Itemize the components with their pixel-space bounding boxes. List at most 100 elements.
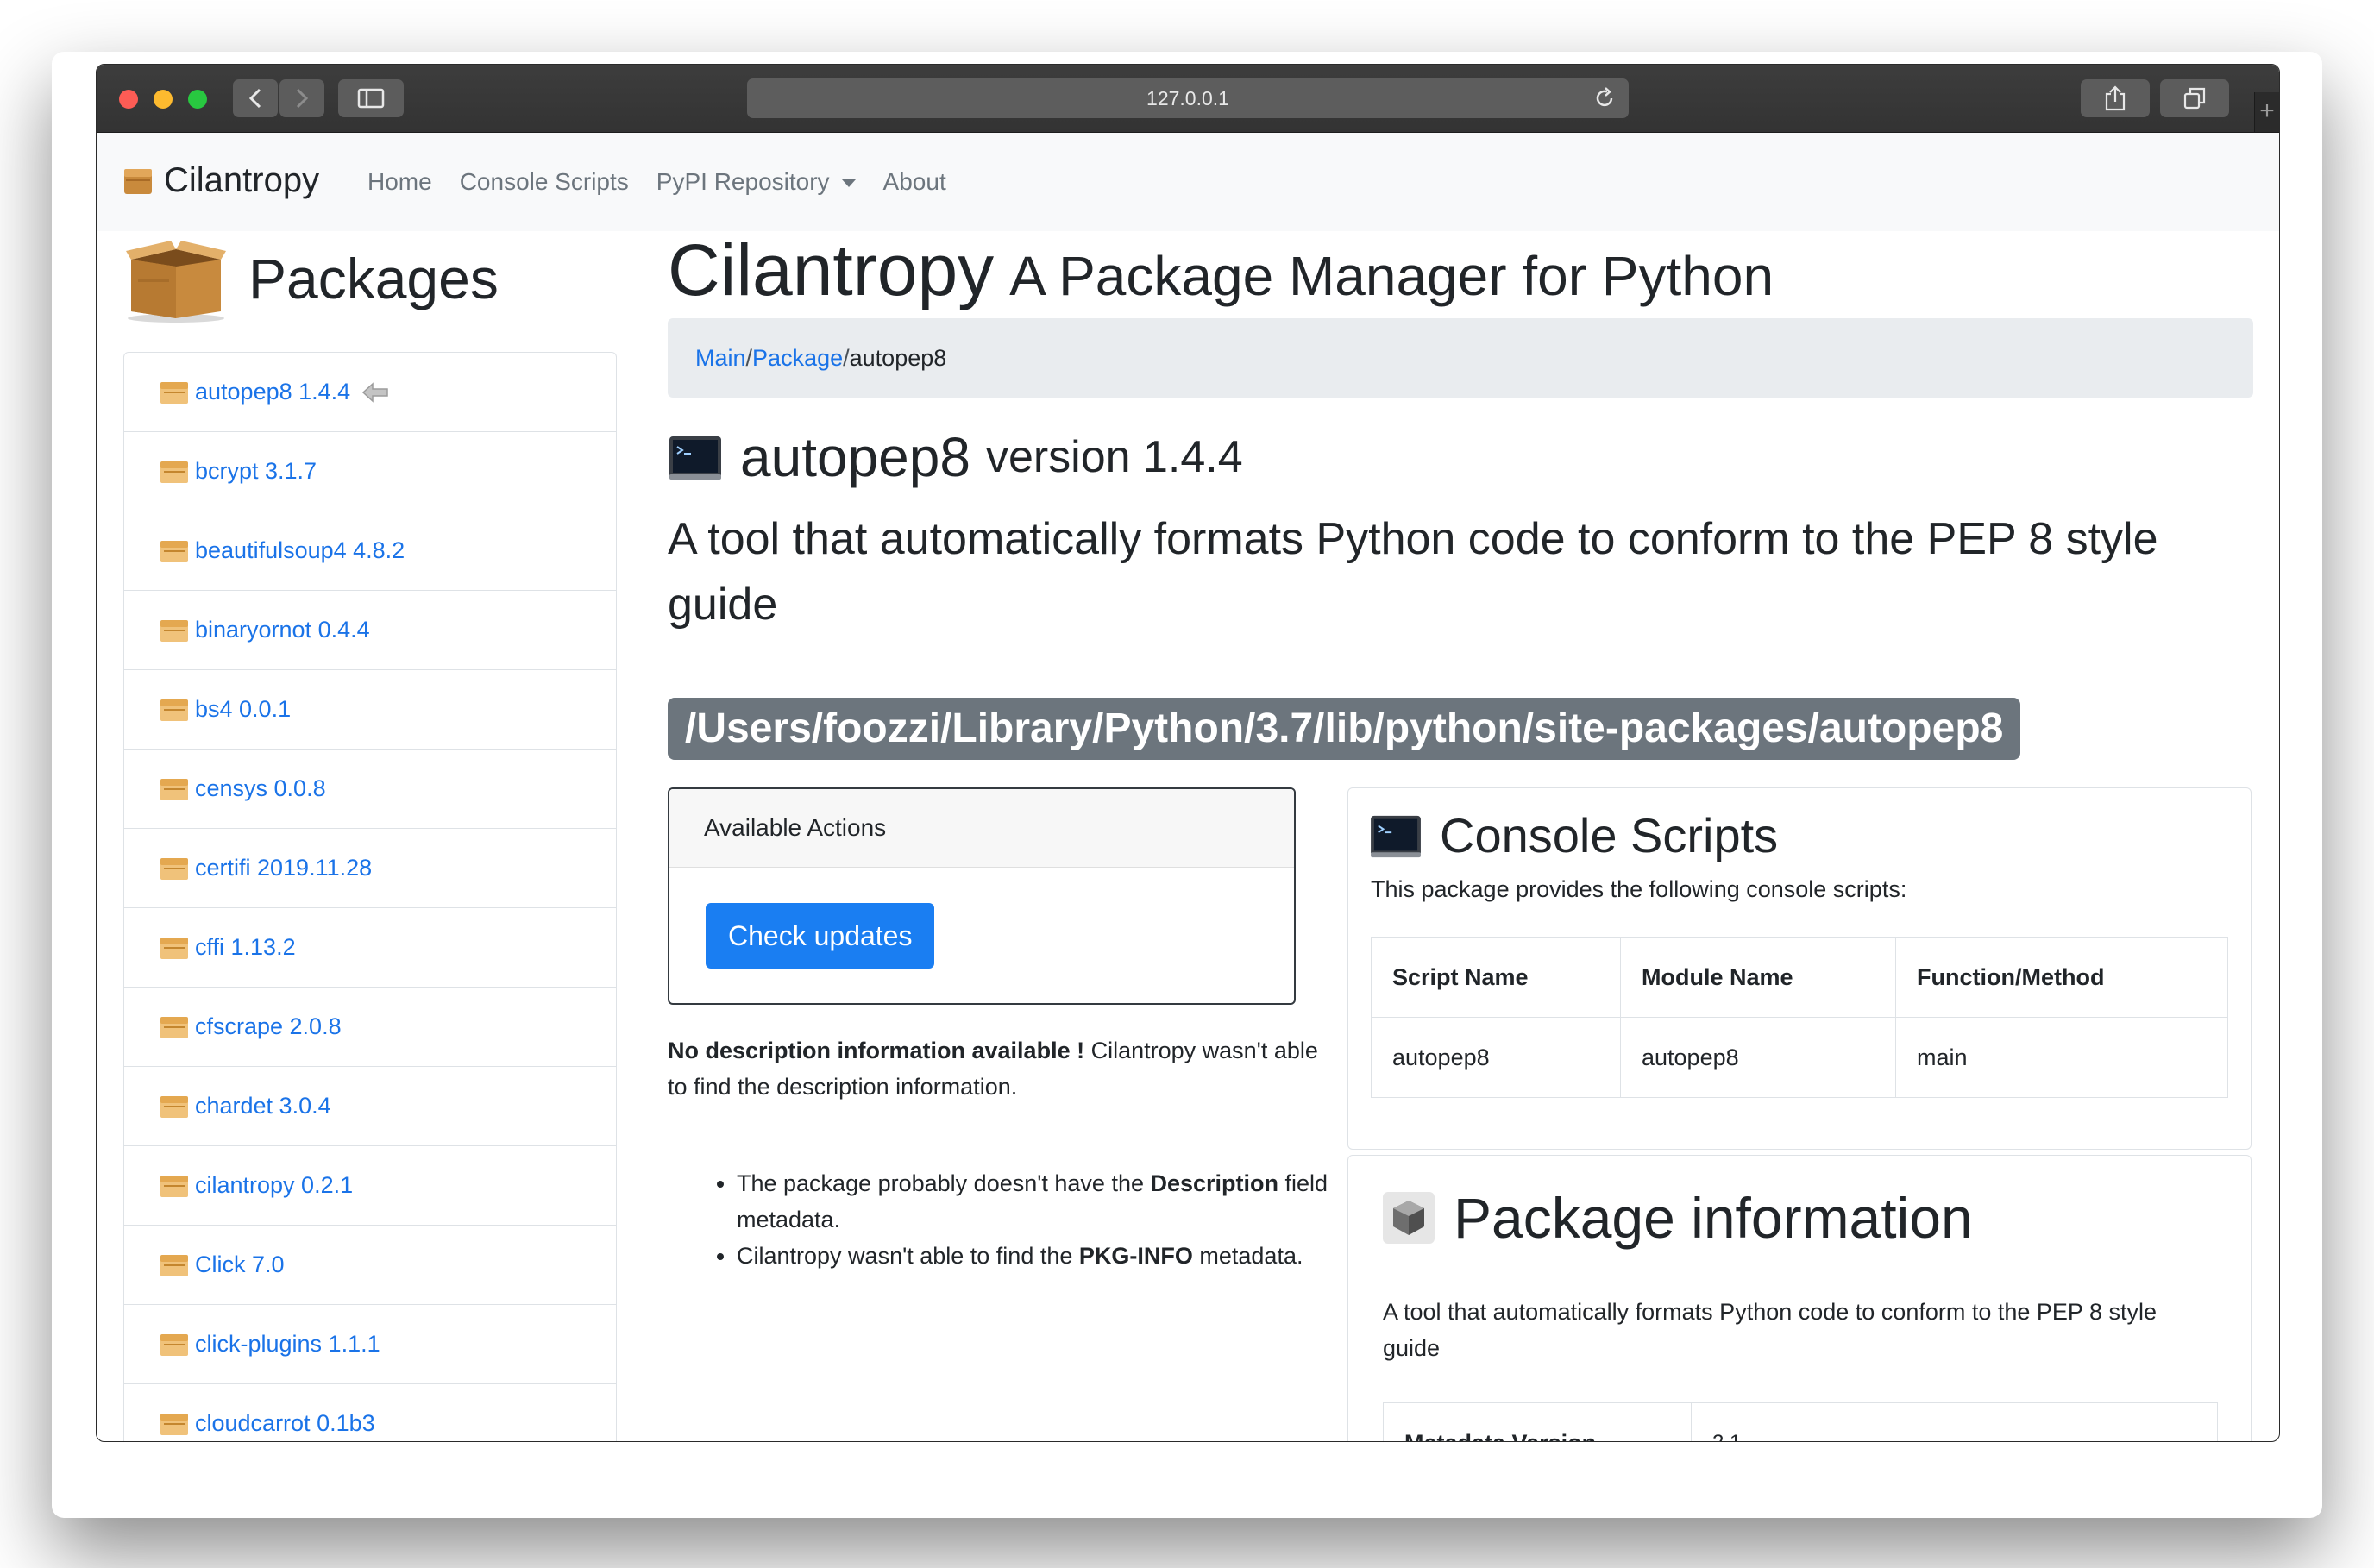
console-scripts-intro: This package provides the following cons…: [1371, 876, 1907, 902]
package-link[interactable]: bcrypt 3.1.7: [195, 458, 317, 485]
package-list: autopep8 1.4.4 bcrypt 3.1.7 beautifulsou…: [123, 352, 617, 1441]
table-cell: autopep8: [1371, 1017, 1621, 1098]
nav-link-pypi-label: PyPI Repository: [656, 168, 830, 195]
table-cell: autopep8: [1620, 1017, 1896, 1098]
package-link[interactable]: censys 0.0.8: [195, 775, 326, 802]
no-description-notice: No description information available ! C…: [668, 1032, 1323, 1105]
package-item[interactable]: cffi 1.13.2: [124, 908, 616, 988]
breadcrumb-package-link[interactable]: Package: [752, 345, 843, 371]
browser-window: 127.0.0.1 + Cilantropy Home Console Scri…: [96, 64, 2280, 1442]
nav-link-about[interactable]: About: [883, 168, 946, 196]
package-summary: A tool that automatically formats Python…: [668, 514, 2158, 630]
console-scripts-card: Console Scripts This package provides th…: [1347, 787, 2252, 1150]
package-link[interactable]: certifi 2019.11.28: [195, 855, 372, 881]
package-item[interactable]: bs4 0.0.1: [124, 670, 616, 750]
brand-name: Cilantropy: [164, 161, 320, 199]
package-box-icon: [160, 937, 188, 959]
chevron-right-icon: [296, 88, 309, 109]
tabs-overview-button[interactable]: [2160, 79, 2229, 117]
package-link[interactable]: cilantropy 0.2.1: [195, 1172, 353, 1199]
no-description-reasons: The package probably doesn't have the De…: [668, 1165, 1392, 1274]
package-box-icon: [160, 778, 188, 800]
arrow-left-icon: [362, 381, 388, 403]
share-button[interactable]: [2081, 79, 2150, 117]
package-box-icon: [160, 1095, 188, 1118]
reason-bold: PKG-INFO: [1078, 1243, 1193, 1269]
package-link[interactable]: cloudcarrot 0.1b3: [195, 1410, 375, 1437]
table-row: Metadata Version 2.1: [1383, 1402, 2218, 1441]
metadata-value: 2.1: [1691, 1402, 2218, 1441]
package-item[interactable]: censys 0.0.8: [124, 750, 616, 829]
column-header: Script Name: [1371, 937, 1621, 1018]
breadcrumb-current: autopep8: [849, 345, 947, 371]
package-item[interactable]: chardet 3.0.4: [124, 1067, 616, 1146]
minimize-window-button[interactable]: [154, 90, 173, 109]
package-box-icon: [160, 540, 188, 562]
package-information-header: Package information: [1381, 1185, 1973, 1251]
reason-text: metadata.: [1192, 1243, 1303, 1269]
new-tab-button[interactable]: +: [2254, 92, 2279, 132]
package-item[interactable]: autopep8 1.4.4: [124, 353, 616, 432]
package-link[interactable]: autopep8 1.4.4: [195, 379, 350, 405]
package-link[interactable]: binaryornot 0.4.4: [195, 617, 370, 643]
chevron-left-icon: [248, 88, 261, 109]
nav-link-home[interactable]: Home: [367, 168, 432, 196]
sidebar-header: Packages: [122, 234, 499, 323]
package-item[interactable]: cilantropy 0.2.1: [124, 1146, 616, 1226]
forward-button[interactable]: [279, 79, 324, 117]
check-updates-button[interactable]: Check updates: [706, 903, 935, 969]
tabs-icon: [2183, 87, 2206, 110]
sidebar-toggle-button[interactable]: [338, 79, 404, 117]
package-item[interactable]: certifi 2019.11.28: [124, 829, 616, 908]
package-item[interactable]: Click 7.0: [124, 1226, 616, 1305]
package-heading: autopep8 version 1.4.4: [668, 425, 1243, 489]
breadcrumb-main-link[interactable]: Main: [695, 345, 746, 371]
package-link[interactable]: cffi 1.13.2: [195, 934, 296, 961]
package-box-icon: [160, 1175, 188, 1197]
open-box-icon: [126, 241, 226, 323]
reload-icon[interactable]: [1592, 86, 1617, 110]
terminal-icon: [1371, 815, 1421, 857]
package-item[interactable]: bcrypt 3.1.7: [124, 432, 616, 511]
package-link[interactable]: cfscrape 2.0.8: [195, 1013, 342, 1040]
terminal-icon: [669, 436, 721, 480]
nav-link-console-scripts[interactable]: Console Scripts: [460, 168, 629, 196]
package-link[interactable]: bs4 0.0.1: [195, 696, 291, 723]
package-link[interactable]: Click 7.0: [195, 1251, 285, 1278]
package-item[interactable]: binaryornot 0.4.4: [124, 591, 616, 670]
package-link[interactable]: click-plugins 1.1.1: [195, 1331, 380, 1358]
metadata-key: Metadata Version: [1383, 1402, 1692, 1441]
package-box-icon: [160, 1333, 188, 1356]
address-bar[interactable]: 127.0.0.1: [747, 78, 1629, 118]
reason-bold: Description: [1150, 1170, 1279, 1196]
table-row: autopep8 autopep8 main: [1371, 1017, 2228, 1098]
reason-text: Cilantropy wasn't able to find the: [737, 1243, 1079, 1269]
available-actions-header: Available Actions: [669, 789, 1294, 868]
close-window-button[interactable]: [119, 90, 138, 109]
package-box-icon: [160, 699, 188, 721]
available-actions-card: Available Actions Check updates: [668, 787, 1296, 1005]
package-link[interactable]: chardet 3.0.4: [195, 1093, 331, 1120]
package-item[interactable]: cloudcarrot 0.1b3: [124, 1384, 616, 1441]
package-box-icon: [124, 168, 152, 194]
package-item[interactable]: beautifulsoup4 4.8.2: [124, 511, 616, 591]
breadcrumb-separator: /: [745, 345, 753, 371]
metadata-table: Metadata Version 2.1: [1383, 1402, 2218, 1441]
reason-text: The package probably doesn't have the: [737, 1170, 1151, 1196]
nav-link-pypi-repository[interactable]: PyPI Repository: [656, 168, 856, 196]
package-link[interactable]: beautifulsoup4 4.8.2: [195, 537, 405, 564]
package-box-icon: [160, 619, 188, 642]
package-item[interactable]: click-plugins 1.1.1: [124, 1305, 616, 1384]
navbar-links: Home Console Scripts PyPI Repository Abo…: [367, 133, 974, 231]
column-header: Module Name: [1620, 937, 1896, 1018]
breadcrumb-separator: /: [843, 345, 850, 371]
package-box-icon: [160, 857, 188, 880]
navbar-brand[interactable]: Cilantropy: [122, 161, 319, 200]
back-button[interactable]: [233, 79, 278, 117]
zoom-window-button[interactable]: [188, 90, 207, 109]
reason-item: Cilantropy wasn't able to find the PKG-I…: [737, 1238, 1392, 1274]
package-item[interactable]: cfscrape 2.0.8: [124, 988, 616, 1067]
page-title: Cilantropy A Package Manager for Python: [668, 229, 1774, 312]
sidebar-title: Packages: [248, 247, 499, 310]
package-box-icon: [160, 461, 188, 483]
